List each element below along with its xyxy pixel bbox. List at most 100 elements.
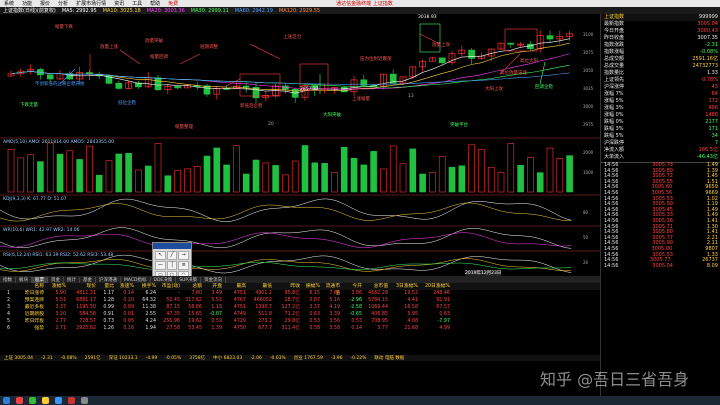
- table-cell: 5784.15: [368, 298, 388, 303]
- table-row[interactable]: 6 强势 2.71 2925.82 1.26 0.16 1.94 27.58 53.45 1.39…: [0, 325, 600, 332]
- app-icon[interactable]: [16, 397, 23, 404]
- table-cell: 0.16: [123, 326, 134, 331]
- tick-cell: 14:56: [604, 262, 619, 269]
- tab-fund-flow[interactable]: 资金: [48, 276, 64, 283]
- vline-tool-icon[interactable]: │: [166, 261, 178, 270]
- tab-dde[interactable]: DDE决策: [151, 276, 177, 283]
- column-header[interactable]: 涨速%: [116, 283, 136, 290]
- app-icon[interactable]: [29, 397, 36, 404]
- menu-free[interactable]: 免费: [164, 0, 182, 7]
- tab-index[interactable]: 指数: [0, 276, 16, 283]
- column-header[interactable]: 最高: [224, 283, 248, 290]
- tab-sup[interactable]: SUP决策: [176, 276, 202, 283]
- chart-area[interactable]: 3100 3075 3050 3025 3000 2975 2000 1000 80 50 2…: [0, 14, 600, 276]
- tab-hk-connect[interactable]: 沪深港通: [96, 276, 121, 283]
- quote-label: 净流入额: [604, 147, 625, 153]
- line-tool-icon[interactable]: ╱: [166, 251, 178, 260]
- column-header[interactable]: 最低: [248, 283, 274, 290]
- menu-extended[interactable]: 扩展市场行情: [72, 0, 110, 7]
- menu-analysis[interactable]: 分析: [54, 0, 72, 7]
- market-tab-strip: 指数 板块 股票 资金 统计 基金 沪深港通 MACD指标 DDE决策 SUP决…: [0, 276, 600, 283]
- status-item: -0.08%: [60, 355, 77, 361]
- menu-system[interactable]: 系统: [0, 0, 18, 7]
- quote-value: 2177: [705, 119, 718, 125]
- table-cell: 6: [6, 326, 10, 331]
- quote-code: 999999: [698, 14, 718, 20]
- column-header[interactable]: 昨收: [274, 283, 302, 290]
- column-header[interactable]: 20日涨幅%: [420, 283, 452, 290]
- svg-text:2000: 2000: [583, 150, 594, 155]
- column-header[interactable]: 现价: [68, 283, 98, 290]
- table-cell: 511.8: [258, 312, 272, 317]
- column-header[interactable]: 换手%: [136, 283, 158, 290]
- candle-body: [154, 77, 162, 91]
- svg-text:3075: 3075: [583, 50, 594, 55]
- column-header[interactable]: 振幅%: [302, 283, 322, 290]
- column-header[interactable]: 量比: [98, 283, 116, 290]
- table-cell: 256.96: [163, 319, 180, 324]
- menu-help[interactable]: 帮助: [146, 0, 164, 7]
- annotation: 高位大阳: [520, 59, 538, 64]
- quote-row: 大单流入 -46.43亿: [601, 154, 720, 161]
- table-cell: 3: [6, 305, 10, 310]
- quote-value: -46.43亿: [696, 154, 718, 160]
- volume-bar: [144, 165, 152, 193]
- table-cell: 4750: [233, 326, 246, 331]
- browser-icon[interactable]: [55, 397, 62, 404]
- tab-money-flow[interactable]: 资金流向: [201, 276, 227, 283]
- column-header[interactable]: 3日涨幅%: [390, 283, 420, 290]
- ray-tool-icon[interactable]: →: [178, 251, 189, 260]
- column-header[interactable]: 总市值: [364, 283, 390, 290]
- quote-label: 指数涨跌: [604, 42, 625, 48]
- table-cell: 1.26: [103, 326, 114, 331]
- menu-function[interactable]: 功能: [18, 0, 36, 7]
- menu-news[interactable]: 资讯: [110, 0, 128, 7]
- tab-stock[interactable]: 股票: [32, 276, 48, 283]
- quote-value: 186.5亿: [698, 147, 718, 153]
- table-cell: 0.53: [351, 319, 362, 324]
- menu-quote[interactable]: 报价: [36, 0, 54, 7]
- table-row[interactable]: 3 最近多板 3.37 1195.50 0.99 0.09 11.38 87.15 56.86 1…: [0, 304, 600, 311]
- volume-bar: [409, 148, 417, 193]
- channel-tool-icon[interactable]: ≡: [178, 261, 189, 270]
- menu-tools[interactable]: 工具: [128, 0, 146, 7]
- column-header[interactable]: 今开: [342, 283, 364, 290]
- table-cell: 127.2亿: [281, 305, 300, 310]
- column-header[interactable]: [0, 283, 12, 290]
- column-header[interactable]: 市盈(动): [158, 283, 182, 290]
- annotation: 缩量整理: [175, 125, 193, 130]
- cursor-tool-icon[interactable]: ↖: [155, 251, 166, 260]
- app-icon[interactable]: [81, 397, 88, 404]
- table-row[interactable]: 2 预案连牌 5.51 6881.17 1.28 0.20 64.32 52.45 317.82…: [0, 297, 600, 304]
- column-header[interactable]: 总额: [182, 283, 204, 290]
- folder-icon[interactable]: [42, 397, 49, 404]
- table-cell: 3.20: [55, 312, 66, 317]
- tab-stats[interactable]: 统计: [64, 276, 80, 283]
- table-row[interactable]: 1 昨日涨停 5.90 4811.31 1.17 0.14 6.24 - 7.60 3.49 475…: [0, 290, 600, 297]
- column-header[interactable]: 名称: [12, 283, 46, 290]
- column-header[interactable]: 流通市值: [322, 283, 342, 296]
- column-header[interactable]: 涨幅%: [46, 283, 68, 290]
- table-cell: 昨日涨停: [24, 291, 44, 296]
- tab-macd[interactable]: MACD指标: [121, 276, 151, 283]
- table-cell: 584.58: [79, 312, 96, 317]
- table-cell: 5.51: [55, 298, 66, 303]
- status-item: 上证 3005.04: [4, 356, 34, 361]
- indicator-lines: [0, 198, 572, 274]
- start-icon[interactable]: [3, 397, 10, 404]
- annotation: 新低后企稳: [240, 104, 263, 109]
- column-header[interactable]: 开盘: [204, 283, 224, 290]
- svg-text:3100: 3100: [583, 32, 594, 37]
- kdj-label: KDJ(9,3,3) K: 67.77 D: 51.07: [3, 197, 67, 202]
- tab-funds[interactable]: 基金: [80, 276, 96, 283]
- ma-line: [10, 53, 570, 90]
- table-row[interactable]: 5 昨日炸板 2.77 728.57 0.73 0.05 4.24 256.96 19.62 0.…: [0, 318, 600, 325]
- status-item: 深证 10233.1: [108, 356, 138, 361]
- hline-tool-icon[interactable]: —: [155, 261, 166, 270]
- tab-sector[interactable]: 板块: [16, 276, 32, 283]
- table-row[interactable]: 4 近期新股 3.20 584.58 0.91 0.01 2.55 47.35 15.65 -0.…: [0, 311, 600, 318]
- tdx-icon[interactable]: [68, 397, 75, 404]
- kline-svg[interactable]: 3100 3075 3050 3025 3000 2975 2000 1000 80 50 2…: [0, 14, 600, 276]
- table-cell: 677.7: [258, 326, 272, 331]
- table-cell: 4749: [233, 312, 246, 317]
